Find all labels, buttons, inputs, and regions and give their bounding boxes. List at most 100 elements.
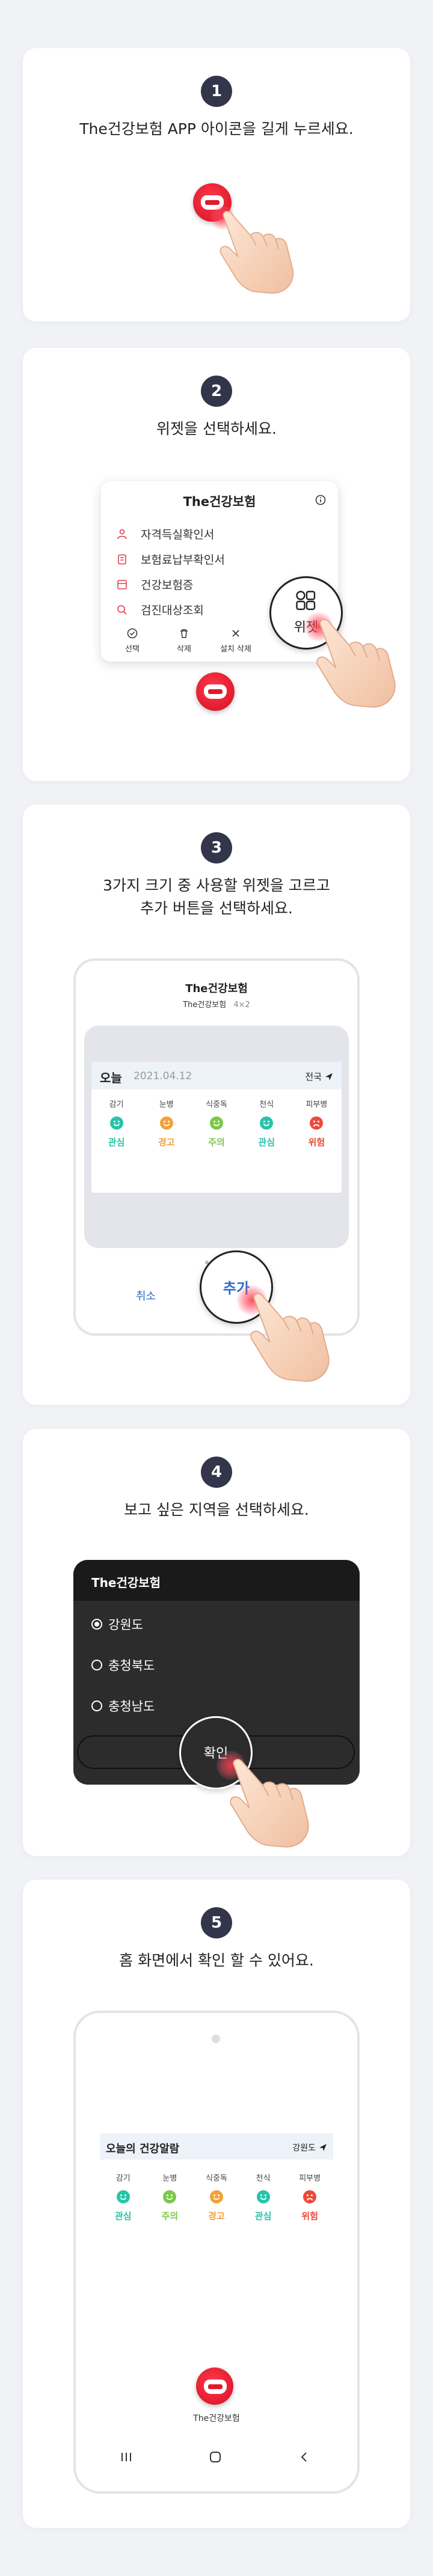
heart-app-icon[interactable] [196,2367,233,2405]
step-number: 1 [201,76,232,107]
forecast-label: 식중독 [206,2174,227,2183]
forecast-item: 식중독경고 [193,2172,240,2222]
radio-unselected [91,1701,102,1711]
pointing-hand-icon [214,210,298,294]
delete-action[interactable]: 삭제 [160,628,208,654]
step-3-card: 3 3가지 크기 중 사용할 위젯을 고르고 추가 버튼을 선택하세요. The… [23,805,410,1405]
step-number: 2 [201,376,232,407]
shortcut-item[interactable]: 검진대상조회 [117,601,204,618]
cancel-button[interactable]: 취소 [136,1288,156,1303]
status-face-icon [210,1116,223,1130]
region-option[interactable]: 강원도 [91,1615,143,1633]
region-option-label: 충청남도 [108,1699,155,1714]
picker-subtitle: The건강보험 4×2 [76,998,357,1009]
forecast-status: 위험 [301,2211,318,2221]
person-icon [117,529,127,539]
pointing-hand-icon [310,618,401,708]
step-title: 보고 싶은 지역을 선택하세요. [124,1501,309,1518]
shortcut-label: 건강보험증 [141,579,194,592]
region-option[interactable]: 충청남도 [91,1697,155,1715]
step-title: 홈 화면에서 확인 할 수 있어요. [119,1952,314,1969]
forecast-status: 관심 [108,1137,125,1148]
step-number: 5 [201,1907,232,1938]
shortcut-item[interactable]: 보험료납부확인서 [117,551,225,567]
widget-grid-icon [296,591,316,611]
forecast-status: 관심 [114,2211,132,2221]
send-arrow-icon [325,1073,333,1080]
forecast-label: 눈병 [159,1100,174,1109]
forecast-item: 눈병 주의 [147,2172,194,2222]
forecast-table: 감기 관심 눈병 경고 식중독 주의 천식 관심 피부병 위험 [91,1098,342,1148]
home-icon[interactable] [209,2451,221,2463]
action-label: 설치 삭제 [220,645,251,654]
region-option-label: 충청북도 [108,1658,155,1673]
forecast-status: 위험 [308,1137,325,1148]
picker-size: 4×2 [233,1000,250,1009]
trash-icon [180,629,188,638]
region-text: 전국 [305,1071,322,1082]
info-icon[interactable] [315,495,326,505]
forecast-label: 피부병 [299,2174,321,2183]
status-face-icon [159,1116,173,1130]
forecast-label: 식중독 [206,1100,227,1109]
check-circle-icon [127,628,138,639]
step-1-card: 1 The건강보험 APP 아이콘을 길게 누르세요. [23,48,410,321]
forecast-item: 눈병 경고 [141,1098,191,1148]
region-option[interactable]: 충청북도 [91,1656,155,1674]
region-option-label: 강원도 [108,1618,143,1632]
step-5-card: 5 홈 화면에서 확인 할 수 있어요. 오늘의 건강알람 강원도 감기 관심 눈병… [23,1880,410,2528]
home-screen-phone: 오늘의 건강알람 강원도 감기 관심 눈병 주의 식중독 경고 천식 관심 피부병 위험 The건… [73,2011,360,2494]
status-face-icon [163,2190,177,2203]
forecast-status: 관심 [254,2211,272,2221]
shortcut-item[interactable]: 건강보험증 [117,576,193,592]
card-icon [117,579,127,589]
dialog-title: The건강보험 [91,1576,161,1590]
action-label: 삭제 [177,645,191,654]
step-title: The건강보험 APP 아이콘을 길게 누르세요. [79,120,354,138]
forecast-item: 천식관심 [240,2172,287,2222]
status-face-icon [116,2190,130,2203]
select-action[interactable]: 선택 [108,628,156,654]
receipt-icon [118,554,126,564]
step-number: 3 [201,832,232,863]
shortcut-label: 자격득실확인서 [141,528,215,541]
date-label: 2021.04.12 [134,1070,192,1082]
forecast-label: 감기 [109,1100,124,1109]
search-icon [117,604,127,615]
forecast-label: 눈병 [162,2174,177,2183]
shortcut-label: 보험료납부확인서 [141,553,225,567]
step-title: 위젯을 선택하세요. [156,420,277,437]
forecast-label: 피부병 [306,1100,328,1109]
health-widget[interactable]: 오늘의 건강알람 강원도 감기 관심 눈병 주의 식중독 경고 천식 관심 피부병 위험 [100,2133,333,2247]
widget-preview-area[interactable]: 오늘 2021.04.12 전국 감기 관심 눈병 경고 식중독 주의 천식 관심 피부병 위험 [84,1026,349,1248]
uninstall-action[interactable]: 설치 삭제 [212,628,260,654]
status-face-icon [109,1116,123,1130]
picker-title: The건강보험 [185,982,248,995]
pointing-hand-icon [244,1293,334,1383]
step-title: 추가 버튼을 선택하세요. [140,900,293,917]
step-4-card: 4 보고 싶은 지역을 선택하세요. The건강보험 강원도 충청북도 충청남도… [23,1429,410,1856]
forecast-item: 식중독주의 [191,1098,241,1148]
today-label: 오늘 [100,1071,122,1085]
forecast-label: 천식 [256,2174,271,2183]
status-face-icon [303,2190,317,2203]
forecast-item: 피부병위험 [286,2172,333,2222]
forecast-item: 감기관심 [91,1098,141,1148]
region-label: 강원도 [292,2142,327,2154]
radio-selected [91,1619,102,1630]
forecast-label: 감기 [115,2174,131,2183]
send-arrow-icon [319,2144,327,2151]
forecast-status: 경고 [208,2211,225,2221]
shortcut-item[interactable]: 자격득실확인서 [117,526,214,542]
widget-preview: 오늘 2021.04.12 전국 감기 관심 눈병 경고 식중독 주의 천식 관심 피부병 위험 [91,1062,342,1193]
action-label: 선택 [125,645,140,654]
step-number: 4 [201,1457,232,1488]
forecast-item: 피부병위험 [292,1098,342,1148]
recent-apps-icon[interactable] [120,2452,132,2462]
forecast-item: 천식 관심 [242,1098,292,1148]
back-icon[interactable] [299,2452,308,2462]
step-2-card: 2 위젯을 선택하세요. The건강보험 자격득실확인서 보험료납부확인서 건강… [23,348,410,781]
forecast-status: 주의 [208,1137,225,1148]
status-face-icon [209,2190,223,2203]
app-label: The건강보험 [193,2414,240,2423]
